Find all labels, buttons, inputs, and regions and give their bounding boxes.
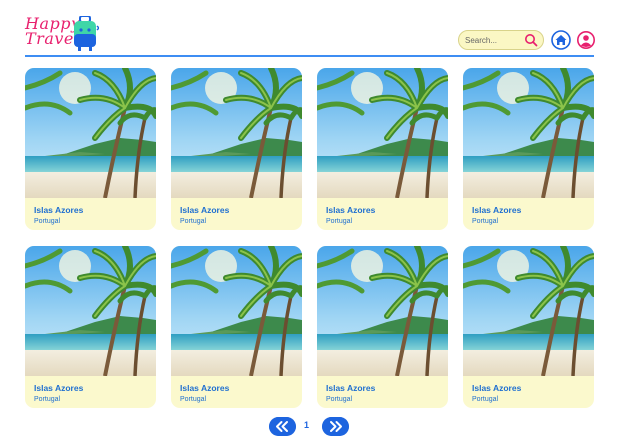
beach-photo bbox=[463, 68, 594, 198]
chevron-double-right-icon[interactable] bbox=[322, 417, 349, 436]
pagination: 1 bbox=[269, 417, 349, 437]
destination-country: Portugal bbox=[326, 218, 353, 225]
suitcase-icon bbox=[74, 16, 99, 51]
destination-grid: Islas Azores Portugal Islas Azores Portu… bbox=[25, 68, 594, 410]
search-icon[interactable] bbox=[524, 33, 538, 47]
beach-photo bbox=[317, 68, 448, 198]
destination-title: Islas Azores bbox=[180, 383, 230, 393]
destination-card[interactable]: Islas Azores Portugal bbox=[25, 246, 156, 408]
destination-country: Portugal bbox=[472, 396, 499, 403]
beach-photo bbox=[25, 68, 156, 198]
destination-card[interactable]: Islas Azores Portugal bbox=[25, 68, 156, 230]
beach-photo bbox=[317, 246, 448, 376]
search-input[interactable] bbox=[465, 33, 525, 47]
destination-card[interactable]: Islas Azores Portugal bbox=[171, 246, 302, 408]
destination-title: Islas Azores bbox=[326, 383, 376, 393]
destination-card[interactable]: Islas Azores Portugal bbox=[317, 68, 448, 230]
current-page-number[interactable]: 1 bbox=[304, 420, 309, 430]
home-icon[interactable] bbox=[551, 30, 571, 50]
destination-title: Islas Azores bbox=[472, 205, 522, 215]
destination-card[interactable]: Islas Azores Portugal bbox=[463, 246, 594, 408]
destination-country: Portugal bbox=[326, 396, 353, 403]
destination-country: Portugal bbox=[34, 218, 61, 225]
destination-title: Islas Azores bbox=[34, 205, 84, 215]
beach-photo bbox=[25, 246, 156, 376]
destination-country: Portugal bbox=[180, 218, 207, 225]
chevron-double-left-icon[interactable] bbox=[269, 417, 296, 436]
destination-card[interactable]: Islas Azores Portugal bbox=[317, 246, 448, 408]
beach-photo bbox=[171, 246, 302, 376]
destination-country: Portugal bbox=[472, 218, 499, 225]
destination-title: Islas Azores bbox=[472, 383, 522, 393]
destination-country: Portugal bbox=[34, 396, 61, 403]
destination-card[interactable]: Islas Azores Portugal bbox=[463, 68, 594, 230]
header-divider bbox=[25, 55, 594, 57]
destination-card[interactable]: Islas Azores Portugal bbox=[171, 68, 302, 230]
beach-photo bbox=[171, 68, 302, 198]
destination-title: Islas Azores bbox=[34, 383, 84, 393]
destination-title: Islas Azores bbox=[326, 205, 376, 215]
brand-logo[interactable]: Happy Travel bbox=[25, 14, 105, 54]
search-bar[interactable] bbox=[458, 30, 544, 50]
destination-country: Portugal bbox=[180, 396, 207, 403]
beach-photo bbox=[463, 246, 594, 376]
user-icon[interactable] bbox=[576, 30, 596, 50]
destination-title: Islas Azores bbox=[180, 205, 230, 215]
